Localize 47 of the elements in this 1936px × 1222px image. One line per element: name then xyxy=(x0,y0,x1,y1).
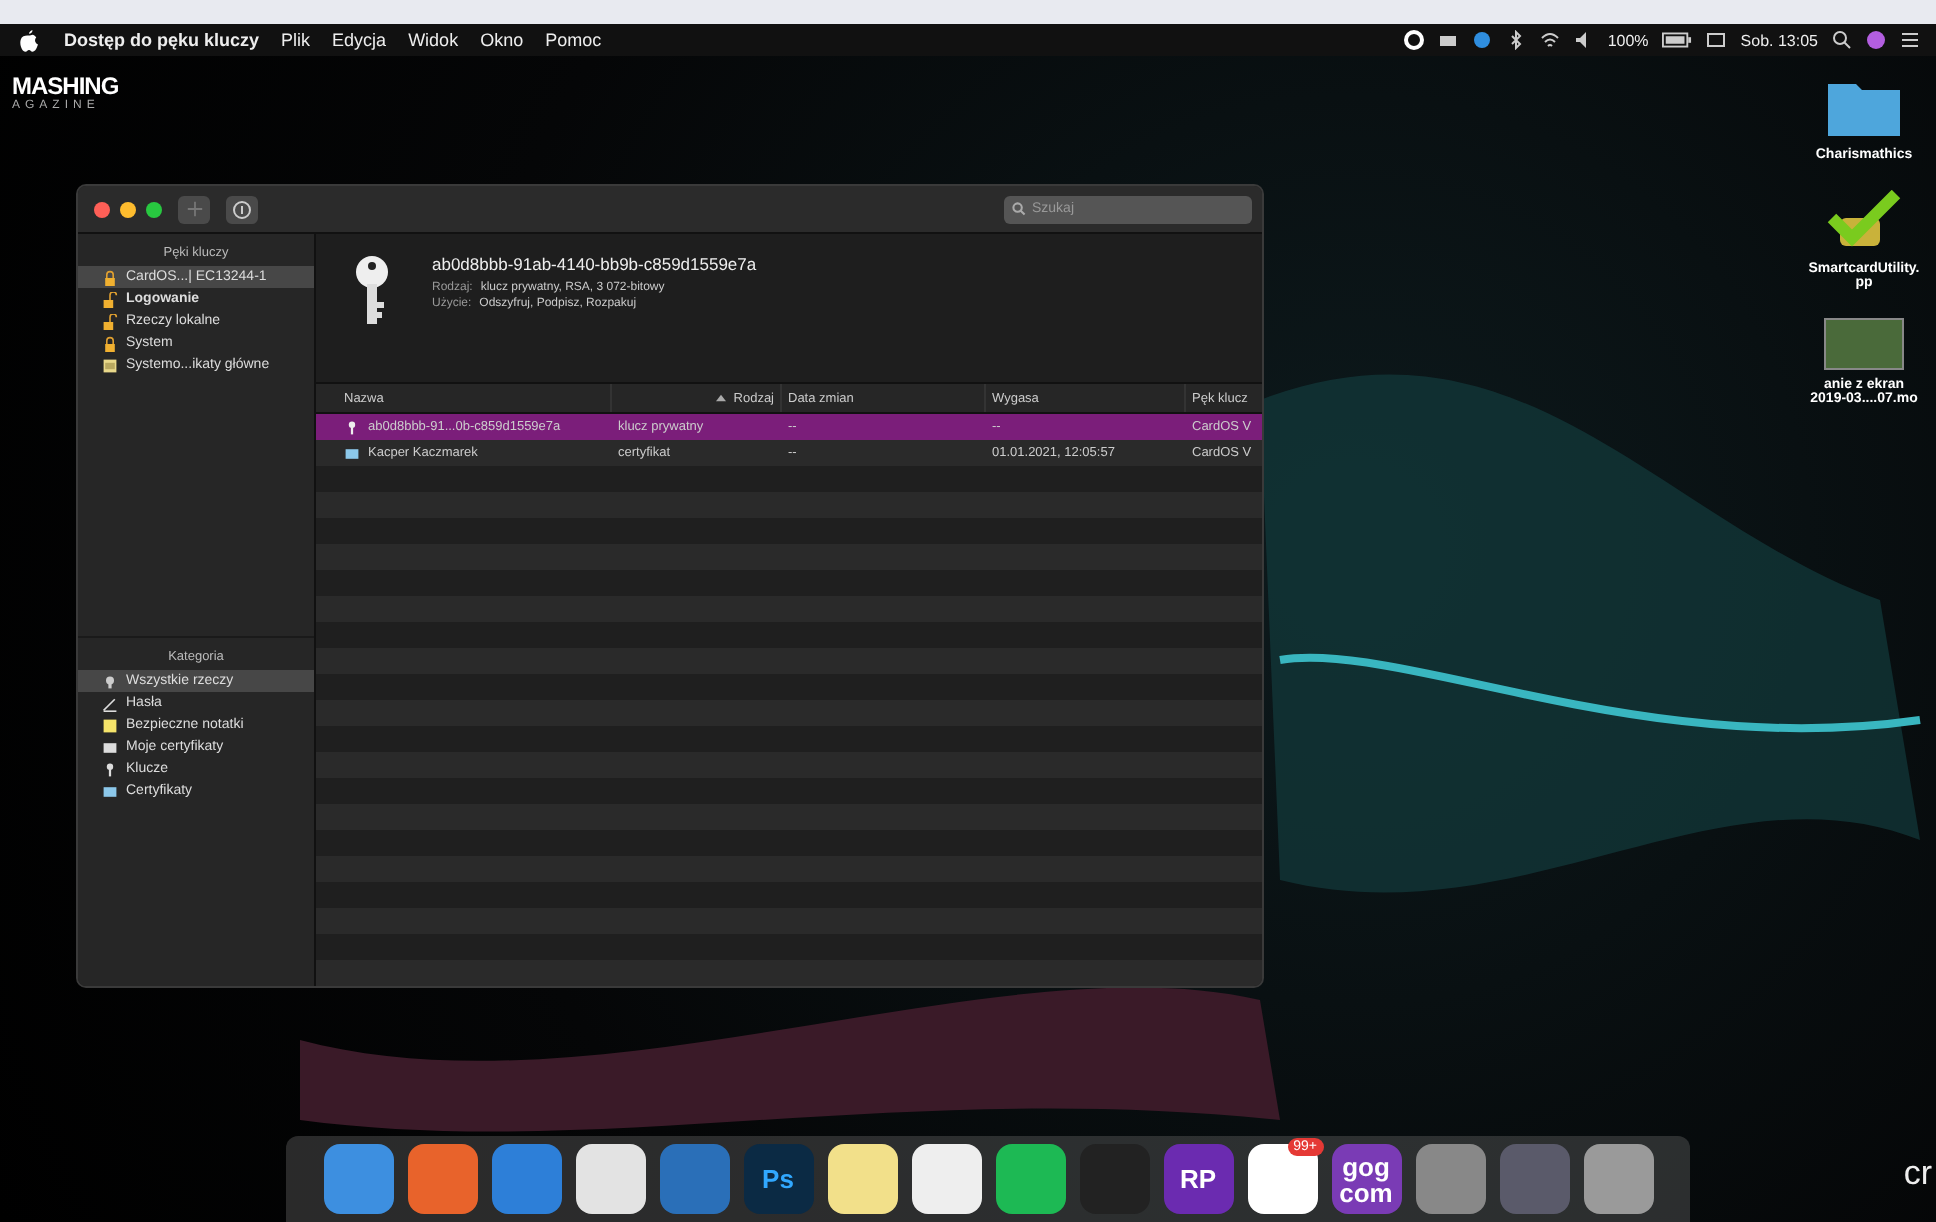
key-icon xyxy=(102,761,118,777)
bulb-icon xyxy=(102,673,118,689)
key-icon xyxy=(344,419,360,435)
battery-percent: 100% xyxy=(1607,31,1649,49)
lock-icon xyxy=(102,335,118,351)
zoom-button[interactable] xyxy=(146,201,162,217)
note-icon xyxy=(102,717,118,733)
info-icon xyxy=(232,199,252,219)
dock-gog-icon[interactable]: gog com xyxy=(1331,1144,1401,1214)
wifi-icon[interactable] xyxy=(1539,30,1560,50)
dock-ps-icon[interactable]: Ps xyxy=(743,1144,813,1214)
menu-item[interactable]: Pomoc xyxy=(545,30,602,50)
certificate-icon xyxy=(344,445,360,461)
menu-item[interactable]: Edycja xyxy=(332,30,387,50)
battery-icon[interactable] xyxy=(1662,32,1693,48)
video-thumbnail[interactable] xyxy=(1823,318,1904,370)
dot-icon[interactable] xyxy=(1471,30,1492,50)
menu-item[interactable]: Widok xyxy=(408,30,459,50)
list-icon[interactable] xyxy=(1900,30,1920,50)
apple-icon[interactable] xyxy=(20,29,38,51)
display-icon[interactable] xyxy=(1706,30,1727,50)
menu-item[interactable]: Plik xyxy=(281,30,311,50)
info-button[interactable] xyxy=(226,195,258,223)
certificate-icon xyxy=(102,739,118,755)
plus-icon xyxy=(185,200,203,218)
menu-item[interactable]: Okno xyxy=(480,30,524,50)
key-icon xyxy=(352,254,392,326)
logo-text: MASHING xyxy=(12,72,119,100)
search-icon[interactable] xyxy=(1832,30,1852,50)
bluetooth-icon[interactable] xyxy=(1505,30,1526,50)
unlocked-lock-icon xyxy=(102,291,118,307)
item-title: ab0d8bbb-91ab-4140-bb9b-c859d1559e7a xyxy=(432,254,757,274)
status-icon[interactable] xyxy=(1437,30,1458,50)
minimize-button[interactable] xyxy=(120,201,136,217)
dock-rp-icon[interactable]: RP xyxy=(1163,1144,1233,1214)
clock[interactable]: Sob. 13:05 xyxy=(1740,31,1818,49)
circle-icon[interactable] xyxy=(1403,30,1424,50)
cabinet-icon xyxy=(102,357,118,373)
lock-icon xyxy=(102,269,118,285)
close-button[interactable] xyxy=(94,201,110,217)
add-button[interactable] xyxy=(178,195,210,223)
unlocked-lock-icon xyxy=(102,313,118,329)
pen-icon xyxy=(102,695,118,711)
app-menu[interactable]: Dostęp do pęku kluczy xyxy=(64,30,260,50)
sort-arrow-icon xyxy=(715,394,726,402)
corner-logo: cr xyxy=(1903,1154,1932,1194)
certificate-icon xyxy=(102,783,118,799)
